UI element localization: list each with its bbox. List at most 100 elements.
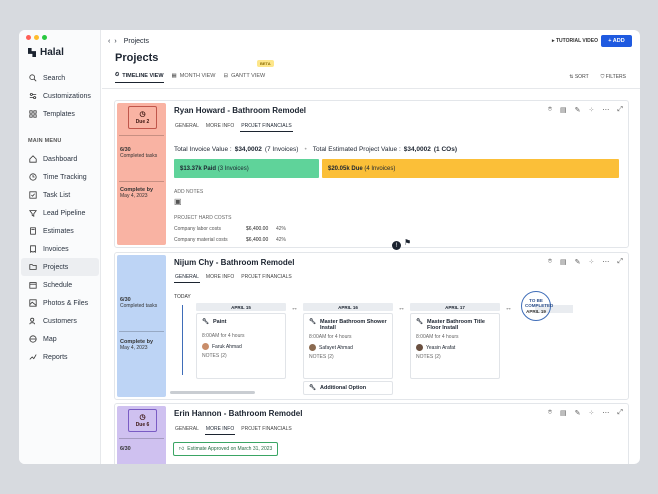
tab-timeline-view[interactable]: ⏲ TIMELINE VIEW: [115, 72, 164, 83]
sidebar-item-label: Invoices: [43, 245, 69, 253]
clipboard-icon[interactable]: ▤: [560, 106, 567, 114]
task-card[interactable]: 🔧︎ Master Bathroom Title Floor Install 8:…: [410, 313, 500, 379]
cost-pct: 42%: [276, 237, 287, 243]
add-button[interactable]: + ADD: [601, 35, 632, 47]
sidebar-item-time-tracking[interactable]: Time Tracking: [19, 168, 101, 186]
due-label: Due 2: [135, 119, 150, 125]
expand-icon[interactable]: ⤢: [617, 409, 623, 417]
project-name[interactable]: Ryan Howard - Bathroom Remodel: [174, 106, 306, 115]
tab-gantt-view[interactable]: ⊟ GANTT VIEW: [224, 72, 266, 83]
sidebar-item-customizations[interactable]: Customizations: [19, 87, 101, 105]
sidebar-item-map[interactable]: Map: [19, 330, 101, 348]
more-icon[interactable]: ⋯: [602, 258, 609, 266]
separator-dot: •: [304, 146, 307, 153]
to-be-completed-badge: TO BE COMPLETED APRIL 19: [521, 291, 553, 321]
tab-label: TIMELINE VIEW: [122, 72, 164, 79]
edit-icon[interactable]: ✎: [575, 106, 581, 114]
minimize-dot[interactable]: [34, 35, 39, 40]
assignee: Yeasin Arafat: [426, 344, 456, 351]
sidebar-item-invoices[interactable]: Invoices: [19, 240, 101, 258]
project-name[interactable]: Erin Hannon - Bathroom Remodel: [174, 409, 302, 418]
sidebar-item-search[interactable]: Search: [19, 69, 101, 87]
camera-icon[interactable]: ⌾: [548, 258, 552, 266]
project-card[interactable]: 6/30 Completed tasks Complete by May 4, 20…: [114, 252, 629, 400]
tab-project-financials[interactable]: PROJET FINANCIALS: [240, 426, 292, 435]
sidebar-item-label: Task List: [43, 191, 71, 199]
more-icon[interactable]: ⋯: [602, 409, 609, 417]
clock-icon: ◷: [139, 414, 146, 421]
task-card[interactable]: 🔧︎ Paint 8:00AM for 4 hours Faruk Ahmad N…: [196, 313, 286, 379]
forward-icon[interactable]: ›: [114, 38, 116, 45]
cost-label: Company material costs: [174, 237, 228, 243]
filters-button[interactable]: ⛉ FILTERS: [601, 74, 626, 80]
sidebar-main-nav: Dashboard Time Tracking Task List Lead P…: [19, 150, 101, 366]
sidebar-item-photos-files[interactable]: Photos & Files: [19, 294, 101, 312]
task-card[interactable]: 🔧︎ Additional Option: [303, 381, 393, 395]
tab-project-financials[interactable]: PROJET FINANCIALS: [240, 123, 293, 132]
tab-general[interactable]: GENERAL: [174, 274, 200, 283]
close-dot[interactable]: [26, 35, 31, 40]
paid-bar[interactable]: $13.37k Paid (3 Invoices): [174, 159, 319, 178]
task-name: Master Bathroom Shower Install: [319, 319, 387, 331]
tab-general[interactable]: GENERAL: [174, 123, 200, 132]
expand-icon[interactable]: ⤢: [617, 106, 623, 114]
tab-general[interactable]: GENERAL: [174, 426, 200, 435]
window-controls: [26, 35, 47, 40]
tab-more-info[interactable]: MORE INFO: [205, 123, 235, 132]
tab-project-financials[interactable]: PROJET FINANCIALS: [240, 274, 292, 283]
page-title: Projects: [115, 52, 159, 64]
clipboard-icon[interactable]: ▤: [560, 409, 567, 417]
project-name[interactable]: Nijum Chy - Bathroom Remodel: [174, 258, 294, 267]
project-card[interactable]: ◷ Due 6 6/30 Erin Hannon - Bathroom Remod…: [114, 403, 629, 464]
more-icon[interactable]: ⋯: [602, 106, 609, 114]
team-icon[interactable]: ⁘: [589, 258, 595, 266]
timeline-column: APRIL 16 🔧︎ Master Bathroom Shower Instal…: [303, 303, 393, 395]
tab-more-info[interactable]: MORE INFO: [204, 426, 236, 435]
task-card[interactable]: 🔧︎ Master Bathroom Shower Install 8:00AM …: [303, 313, 393, 379]
clipboard-icon[interactable]: ▤: [560, 258, 567, 266]
tab-label: MONTH VIEW: [179, 73, 216, 79]
column-date: APRIL 16: [303, 303, 393, 311]
team-icon[interactable]: ⁘: [589, 106, 595, 114]
sidebar-item-task-list[interactable]: Task List: [19, 186, 101, 204]
card-actions: ⌾ ▤ ✎ ⁘ ⋯ ⤢: [548, 106, 623, 114]
sidebar-item-schedule[interactable]: Schedule: [19, 276, 101, 294]
sidebar-item-estimates[interactable]: Estimates: [19, 222, 101, 240]
sidebar-item-dashboard[interactable]: Dashboard: [19, 150, 101, 168]
sidebar-item-customers[interactable]: Customers: [19, 312, 101, 330]
column-date: APRIL 15: [196, 303, 286, 311]
assignee: Safayet Ahmad: [319, 344, 353, 351]
tab-month-view[interactable]: ▦ MONTH VIEW: [172, 72, 216, 83]
camera-icon[interactable]: ⌾: [548, 409, 552, 417]
maximize-dot[interactable]: [42, 35, 47, 40]
edit-icon[interactable]: ✎: [575, 409, 581, 417]
task-notes[interactable]: NOTES (2): [309, 354, 387, 360]
back-icon[interactable]: ‹: [108, 38, 110, 45]
task-notes[interactable]: NOTES (2): [416, 354, 494, 360]
invoice-value: $34,0002: [234, 146, 262, 153]
team-icon[interactable]: ⁘: [589, 409, 595, 417]
completed-label: Completed tasks: [120, 303, 158, 309]
edit-icon[interactable]: ✎: [575, 258, 581, 266]
task-notes[interactable]: NOTES (2): [202, 353, 280, 359]
project-card[interactable]: ◷ Due 2 6/30 Completed tasks Complete by Ma…: [114, 100, 629, 248]
camera-icon[interactable]: ⌾: [548, 106, 552, 114]
note-icon[interactable]: ▣: [174, 197, 182, 206]
sort-button[interactable]: ⇅ SORT: [569, 74, 588, 80]
horizontal-scrollbar[interactable]: [170, 391, 255, 394]
filters-label: FILTERS: [605, 74, 626, 80]
column-date: APRIL 17: [410, 303, 500, 311]
divider: [119, 181, 164, 182]
sidebar-item-projects[interactable]: Projects: [21, 258, 99, 276]
tutorial-video-link[interactable]: ▸ TUTORIAL VIDEO: [552, 38, 598, 44]
sidebar-item-reports[interactable]: Reports: [19, 348, 101, 366]
expand-icon[interactable]: ⤢: [617, 258, 623, 266]
sliders-icon: [28, 92, 37, 101]
due-bar[interactable]: $20.05k Due (4 Invoices): [322, 159, 619, 178]
sidebar-item-lead-pipeline[interactable]: Lead Pipeline: [19, 204, 101, 222]
complete-by-date: May 4, 2023: [120, 345, 148, 351]
wrench-icon: 🔧︎: [309, 319, 316, 325]
info-icon[interactable]: !: [392, 241, 401, 250]
tab-more-info[interactable]: MORE INFO: [205, 274, 235, 283]
sidebar-item-templates[interactable]: Templates: [19, 105, 101, 123]
